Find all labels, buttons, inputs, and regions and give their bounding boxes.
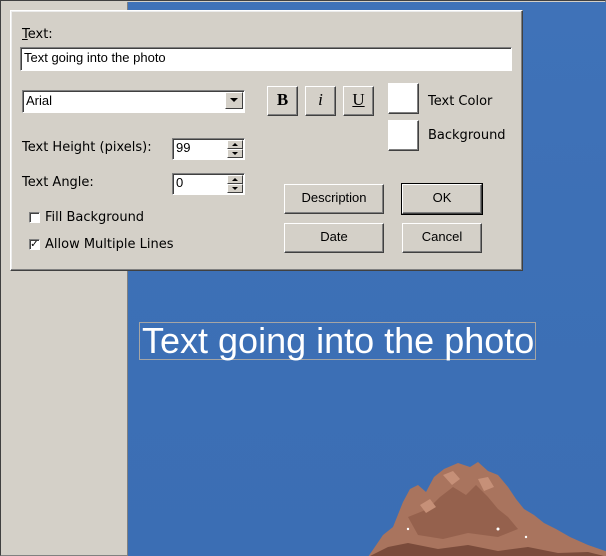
spin-down-icon[interactable] <box>227 149 243 158</box>
text-label-rest: ext: <box>27 27 53 42</box>
text-height-input[interactable]: 99 <box>172 138 245 160</box>
text-input[interactable]: Text going into the photo <box>20 47 512 71</box>
background-color-swatch[interactable] <box>388 120 419 151</box>
fill-background-label: Fill Background <box>45 210 145 225</box>
font-select[interactable]: Arial <box>22 90 245 113</box>
text-color-label: Text Color <box>428 94 493 109</box>
text-angle-value: 0 <box>176 175 184 190</box>
description-button[interactable]: Description <box>284 184 384 214</box>
chevron-down-icon[interactable] <box>225 92 243 109</box>
photo-overlay-text[interactable]: Text going into the photo <box>139 322 536 360</box>
text-angle-spinner[interactable] <box>227 175 243 193</box>
text-height-spinner[interactable] <box>227 140 243 158</box>
background-label: Background <box>428 128 506 143</box>
fill-background-checkbox[interactable] <box>29 212 40 223</box>
ok-button[interactable]: OK <box>401 183 483 215</box>
date-button[interactable]: Date <box>284 223 384 253</box>
text-color-swatch[interactable] <box>388 83 419 114</box>
check-icon: ✓ <box>30 239 39 250</box>
spin-up-icon[interactable] <box>227 175 243 184</box>
text-angle-input[interactable]: 0 <box>172 173 245 195</box>
bold-button[interactable]: B <box>267 86 298 116</box>
text-height-value: 99 <box>176 140 191 155</box>
font-select-value: Arial <box>26 93 53 108</box>
app-window: Text going into the photo Text: Text goi… <box>0 0 606 556</box>
spin-up-icon[interactable] <box>227 140 243 149</box>
cancel-button[interactable]: Cancel <box>402 223 482 253</box>
underline-button[interactable]: U <box>343 86 374 116</box>
rock-formation <box>368 462 606 556</box>
text-angle-label: Text Angle: <box>22 175 94 190</box>
allow-multiple-lines-label: Allow Multiple Lines <box>45 237 174 252</box>
text-height-label: Text Height (pixels): <box>22 140 152 155</box>
text-label: Text: <box>22 27 53 42</box>
spin-down-icon[interactable] <box>227 184 243 193</box>
text-dialog: Text: Text going into the photo Arial B … <box>10 10 523 271</box>
allow-multiple-lines-checkbox[interactable]: ✓ <box>29 239 40 250</box>
italic-button[interactable]: i <box>305 86 336 116</box>
